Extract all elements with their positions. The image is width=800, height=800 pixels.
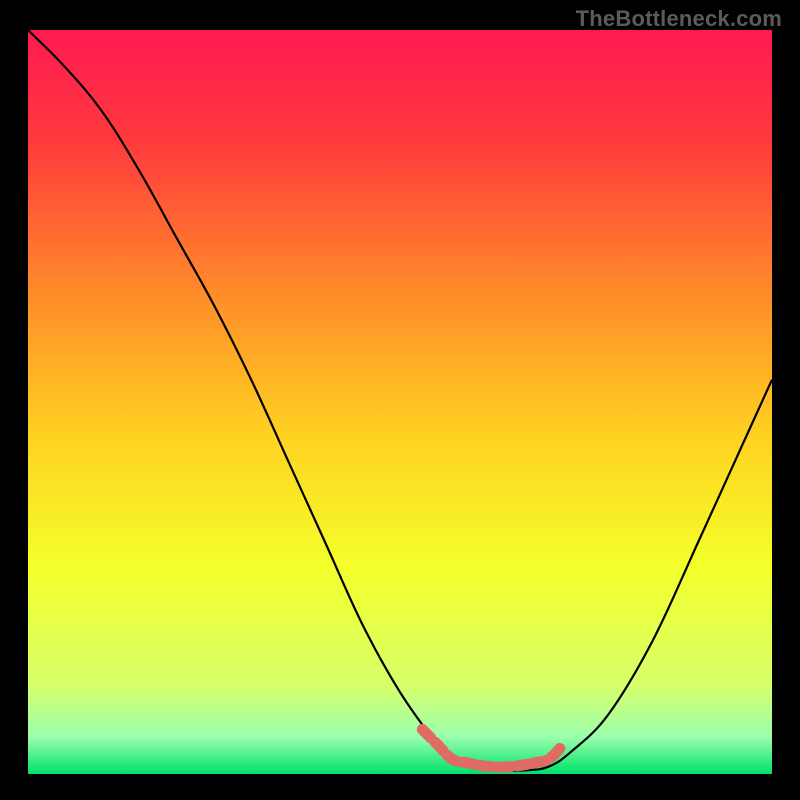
watermark-text: TheBottleneck.com [576,6,782,32]
chart-svg [28,30,772,774]
plot-area [28,30,772,774]
chart-frame: TheBottleneck.com [0,0,800,800]
gradient-background [28,30,772,774]
